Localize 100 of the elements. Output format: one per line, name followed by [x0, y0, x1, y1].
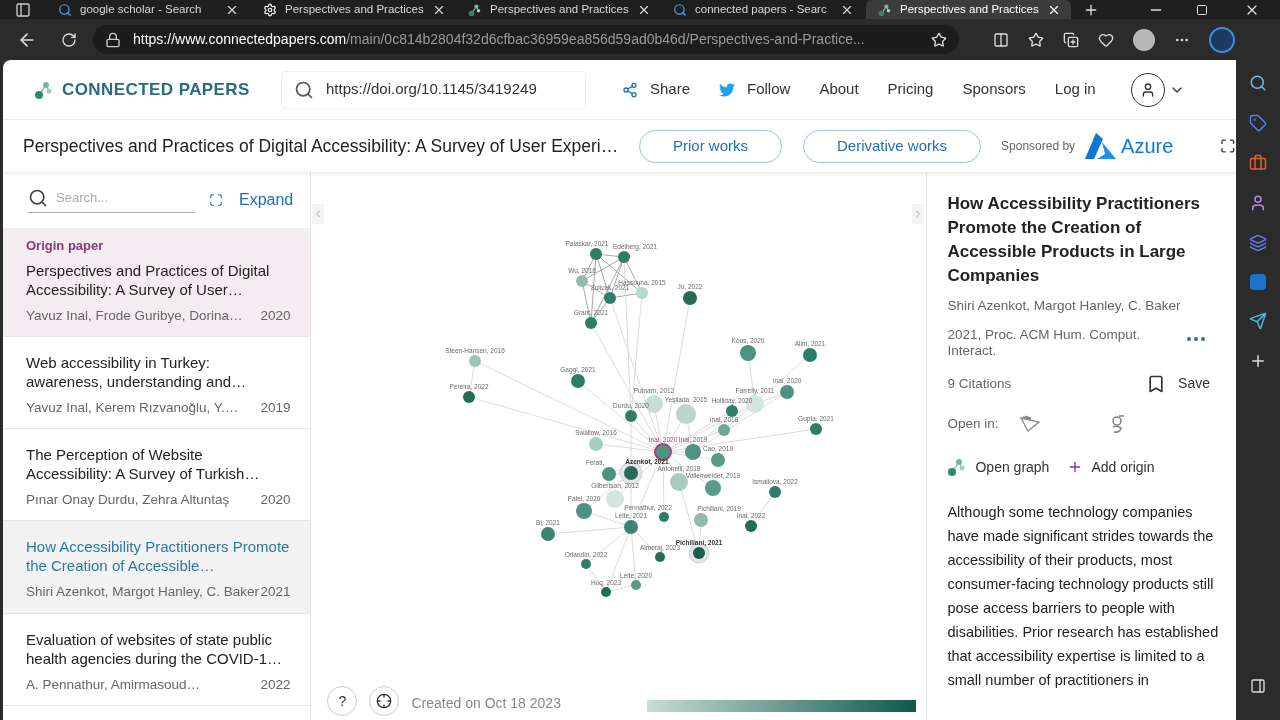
paper-year: 2019 [260, 398, 291, 417]
open-graph-button[interactable]: Open graph [947, 456, 1050, 478]
graph-node[interactable] [685, 444, 702, 460]
tag-icon[interactable] [1249, 114, 1267, 132]
paper-item-title: The Perception of Website Accessibility: A Survey of Turkish… [26, 445, 261, 483]
graph-node[interactable] [589, 437, 604, 451]
paper-authors: Pınar Onay Durdu, Zehra Altuntaş [26, 491, 230, 509]
graph-node[interactable] [585, 317, 598, 329]
graph-node[interactable] [676, 404, 697, 424]
graph-node[interactable] [659, 512, 670, 522]
tab-actions-icon[interactable] [15, 1, 31, 18]
nav-link[interactable]: Follow [719, 78, 791, 101]
citations-count: 9 Citations [947, 374, 1012, 393]
graph-node[interactable] [631, 580, 642, 590]
graph-node[interactable] [745, 520, 758, 532]
tab-title: Perspectives and Practices [490, 1, 629, 17]
created-date: Created on Oct 18 2023 [411, 693, 561, 713]
briefcase-icon[interactable] [1249, 154, 1267, 172]
heart-icon[interactable] [1098, 31, 1114, 48]
search-icon[interactable] [1249, 74, 1267, 92]
graph-logo-icon [468, 2, 482, 17]
graph-node[interactable] [624, 520, 639, 534]
paper-list-item[interactable]: Evaluation of websites of state public health agencies during the COVID-1… A. Pennathur, Amirmasoud… 2022 [3, 613, 311, 706]
nav-link[interactable]: Share [622, 78, 691, 101]
graph-node[interactable] [602, 467, 617, 481]
site-logo-text[interactable]: CONNECTED PAPERS [62, 76, 250, 103]
browser-tab[interactable]: Perspectives and Practices [251, 0, 456, 19]
graph-node[interactable] [604, 292, 617, 304]
save-button[interactable]: Save [1146, 373, 1210, 395]
graph-node[interactable] [693, 547, 706, 559]
graph-node[interactable] [718, 424, 731, 436]
sidebar-toggle-icon[interactable] [1250, 678, 1266, 694]
address-bar[interactable]: https://www.connectedpapers.com/main/0c814b2804f32d6cfbac36959ea856d59ad0b46d/Perspectives-and-Practice... [93, 25, 959, 54]
graph-node[interactable] [571, 374, 586, 388]
expand-icon [209, 193, 223, 207]
graph-node[interactable] [683, 291, 698, 305]
graph-node[interactable] [654, 443, 673, 461]
graph-node[interactable] [705, 480, 722, 496]
origin-label: Origin paper [26, 237, 105, 255]
tab-title: Perspectives and Practices [285, 1, 424, 17]
paper-stack-icon[interactable] [1018, 415, 1041, 434]
graph-node[interactable] [541, 527, 556, 541]
add-origin-button[interactable]: Add origin [1067, 456, 1155, 478]
paper-authors: Shiri Azenkot, Margot Hanley, C. Baker [26, 583, 260, 602]
favorites-icon[interactable] [1028, 31, 1044, 48]
graph-node[interactable] [576, 503, 593, 519]
graph-node[interactable] [769, 486, 782, 498]
restore-icon[interactable] [1196, 3, 1208, 16]
graph-node[interactable] [618, 251, 631, 263]
paper-list-item[interactable]: Origin paper Perspectives and Practices of Digital Accessibility: A Survey of User… Yavuz Inal, Frode Guribye, Dorina… 2020 [3, 228, 311, 337]
paper-year: 2022 [260, 675, 291, 694]
graph-node[interactable] [636, 287, 649, 299]
split-screen-icon[interactable] [993, 31, 1009, 48]
graph-node[interactable] [576, 275, 589, 287]
send-icon[interactable] [1249, 312, 1267, 330]
graph-node[interactable] [655, 552, 666, 562]
graph-node[interactable] [810, 423, 823, 435]
tab-title: google scholar - Search [80, 1, 203, 17]
graph-node[interactable] [726, 405, 739, 417]
graph-node[interactable] [625, 410, 638, 422]
sponsor-name[interactable]: Azure [1121, 131, 1174, 161]
nav-link[interactable]: Pricing [887, 78, 934, 101]
browser-tab[interactable]: Perspectives and Practices [866, 0, 1071, 19]
nav-link[interactable]: Log in [1054, 78, 1096, 101]
expand-button[interactable]: Expand [209, 188, 294, 212]
graph-node[interactable] [590, 248, 603, 260]
azure-logo-icon [1083, 132, 1118, 160]
graph-node[interactable] [606, 490, 625, 508]
graph-node[interactable] [740, 345, 757, 361]
graph-node[interactable] [780, 385, 795, 399]
lock-icon [105, 31, 121, 48]
search-icon [58, 2, 72, 17]
nav-link[interactable]: About [819, 78, 859, 101]
paper-item-title: Perspectives and Practices of Digital Accessibility: A Survey of User… [26, 260, 271, 299]
graph-node[interactable] [581, 559, 592, 569]
graph-node[interactable] [803, 348, 818, 362]
nav-link[interactable]: Sponsors [962, 78, 1026, 101]
graph-node[interactable] [463, 391, 476, 403]
graph-node[interactable] [624, 466, 639, 480]
sponsor-label: Sponsored by [1001, 138, 1076, 155]
browser-tab[interactable]: google scholar - Search [46, 0, 251, 19]
paper-year: 2020 [260, 491, 291, 509]
fullscreen-icon[interactable] [1220, 138, 1236, 154]
graph-node[interactable] [711, 453, 726, 467]
graph-logo-icon [878, 2, 892, 17]
graph-node[interactable] [469, 355, 482, 367]
browser-tab[interactable]: Perspectives and Practices [456, 0, 661, 19]
add-icon[interactable] [1249, 352, 1267, 370]
search-placeholder: Search... [56, 188, 109, 207]
reload-icon[interactable] [61, 31, 77, 48]
browser-tab[interactable]: connected papers - Searc [661, 0, 866, 19]
favorite-icon[interactable] [931, 31, 947, 48]
profile-avatar[interactable] [1133, 28, 1155, 51]
paper-list-item[interactable]: How Accessibility Practitioners Promote the Creation of Accessible… Shiri Azenkot, Margot Hanley, C. Baker2021 [3, 521, 311, 614]
paper-search-field[interactable]: https://doi.org/10.1145/3419249 [281, 70, 586, 109]
search-icon [673, 2, 687, 17]
collections-icon[interactable] [1063, 31, 1079, 48]
paper-list-item[interactable]: Web accessibility in Turkey: awareness, understanding and… Yavuz Inal, Kerem Rızvanoğlu, Y.… 2019 [3, 336, 311, 429]
graph-node[interactable] [601, 587, 612, 597]
graph-node[interactable] [694, 513, 709, 527]
